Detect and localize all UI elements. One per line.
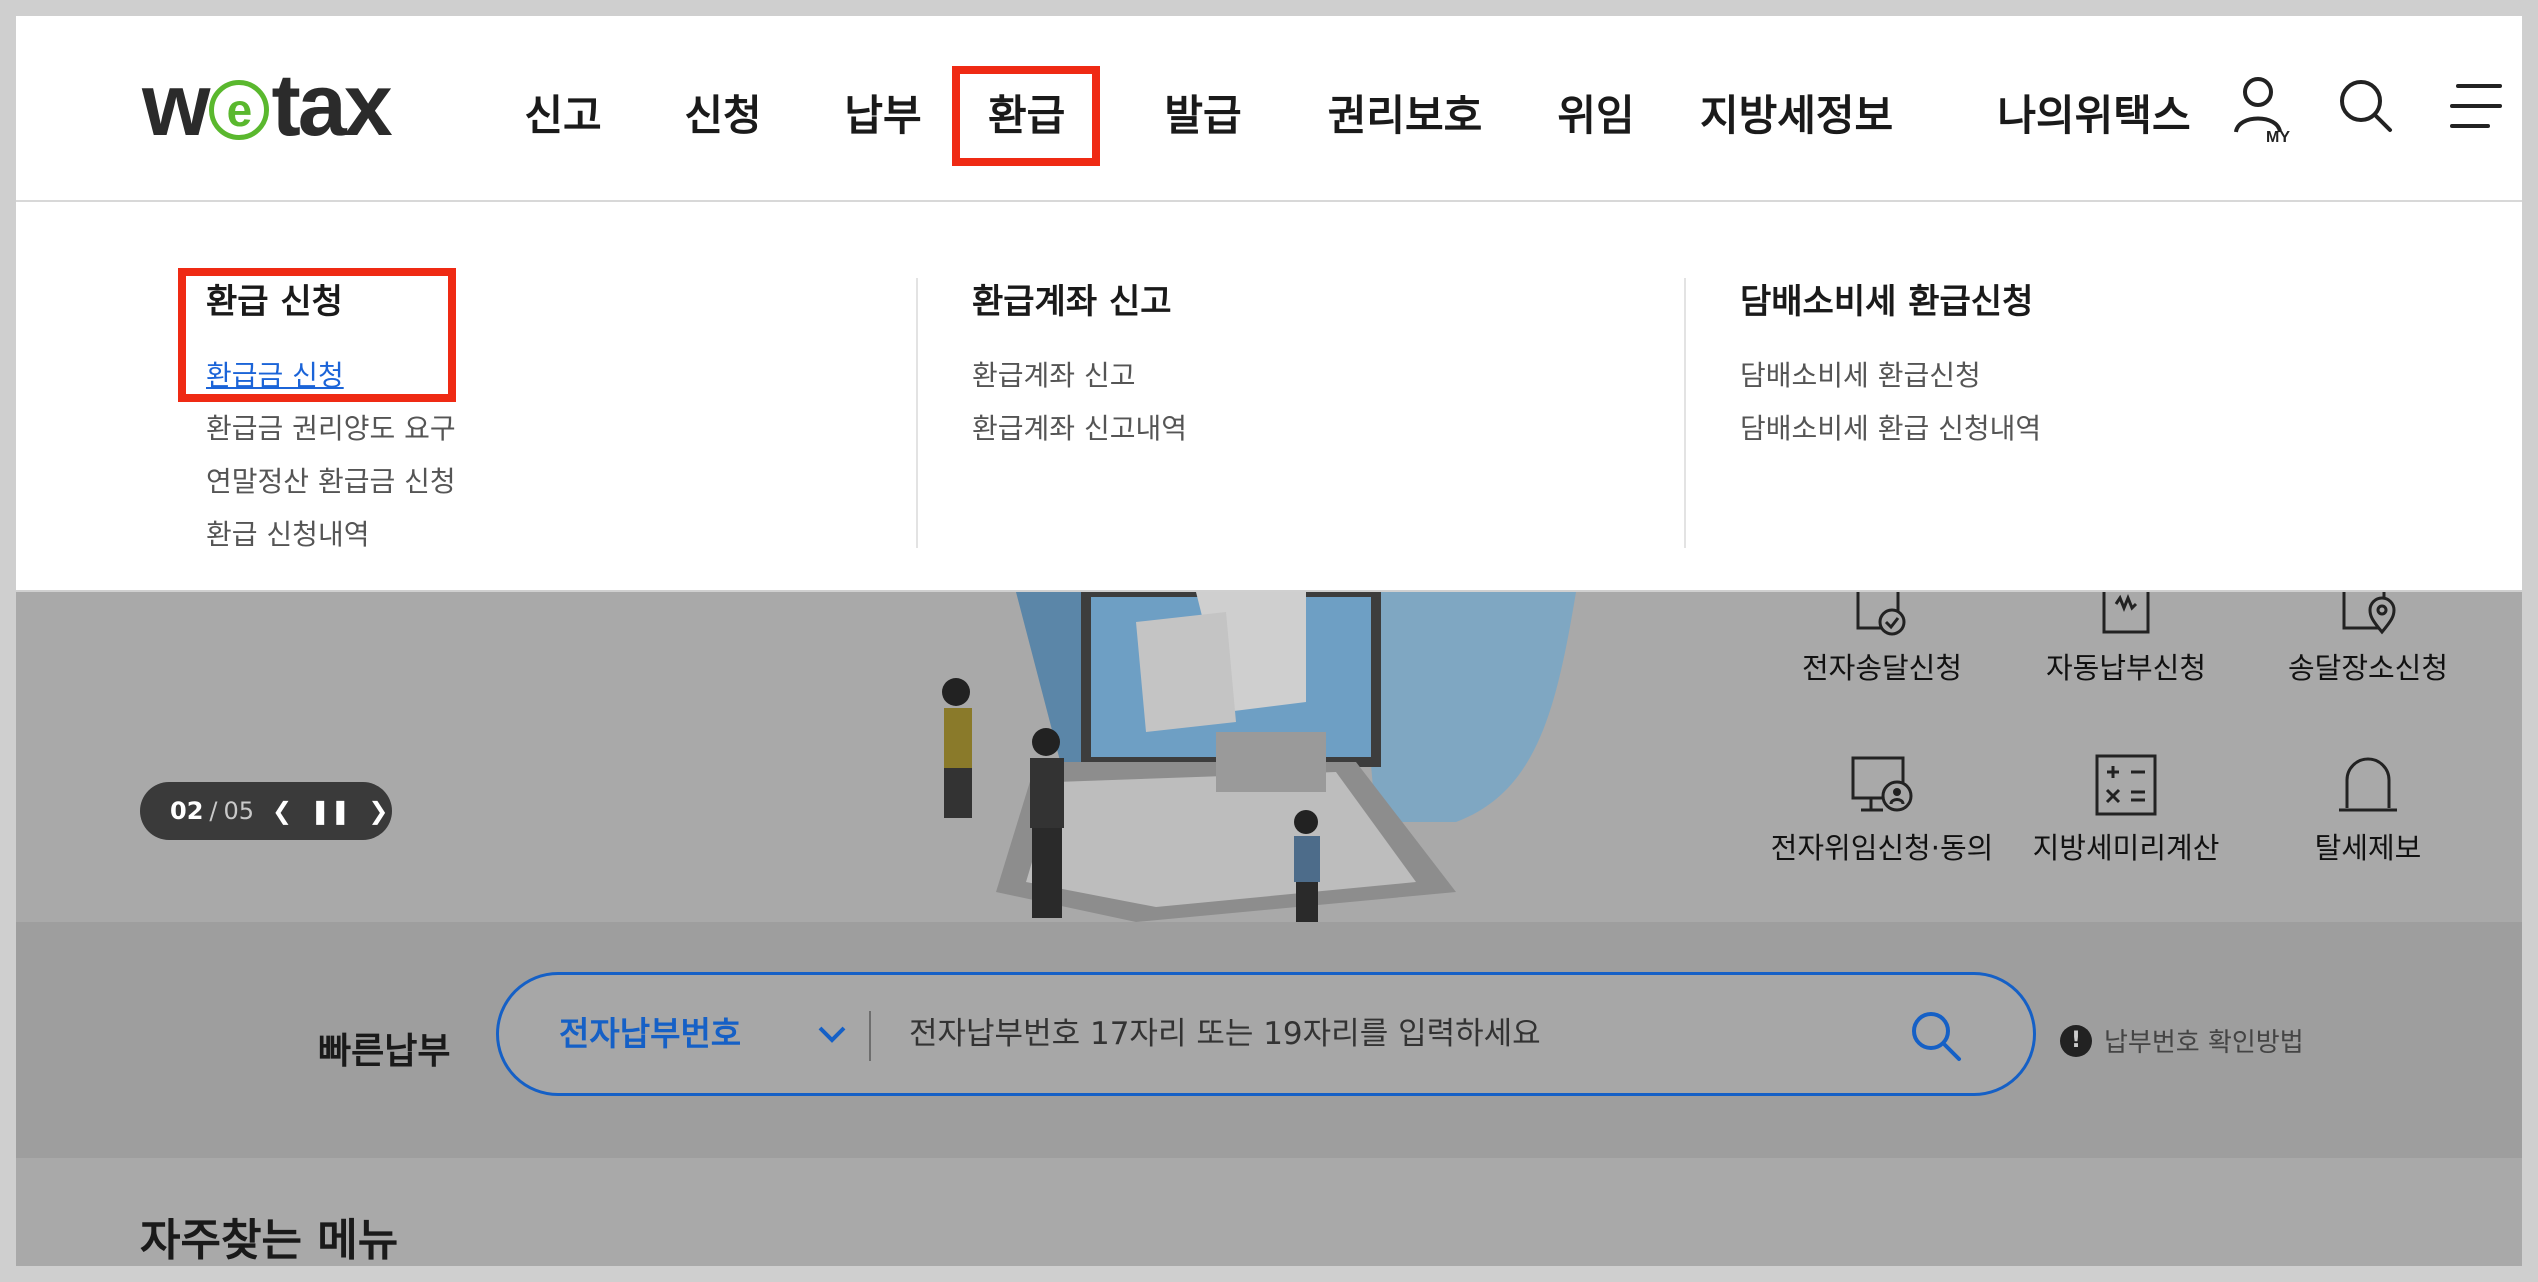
slide-current: 02 [170, 797, 204, 825]
fast-payment-section: 빠른납부 전자납부번호 ! 납부번호 확인방법 [16, 922, 2522, 1158]
quick-menu-delivery-place[interactable]: 송달장소신청 [2248, 592, 2488, 687]
refund-mega-menu: 환급 신청 환급금 신청 환급금 권리양도 요구 연말정산 환급금 신청 환급 … [16, 202, 2522, 592]
next-slide-icon[interactable]: ❯ [368, 797, 388, 825]
payment-type-select[interactable]: 전자납부번호 [559, 975, 741, 1093]
nav-item-rights-protection[interactable]: 권리보호 [1310, 66, 1500, 166]
prev-slide-icon[interactable]: ❮ [272, 797, 292, 825]
auto-pay-icon [2102, 592, 2150, 634]
menu-link-refund-account-report[interactable]: 환급계좌 신고 [972, 349, 1187, 402]
slide-total: 05 [223, 797, 255, 825]
quick-menu-label: 송달장소신청 [2287, 651, 2449, 685]
main-banner: 02 / 05 ❮ ❚❚ ❯ 전자송달신청 자동납부신청 송달장소신청 전자위임… [16, 592, 2522, 922]
menu-link-refund-account-history[interactable]: 환급계좌 신고내역 [972, 402, 1187, 455]
fast-payment-search-box: 전자납부번호 [496, 972, 2036, 1096]
menu-column-refund-account: 환급계좌 신고 환급계좌 신고 환급계좌 신고내역 [972, 262, 1187, 455]
hamburger-menu-icon[interactable] [2448, 78, 2504, 134]
fast-payment-title: 빠른납부 [318, 1031, 451, 1072]
info-icon: ! [2060, 1024, 2092, 1057]
nav-item-apply[interactable]: 신청 [670, 66, 776, 166]
quick-menu-label: 탈세제보 [2314, 831, 2422, 865]
nav-item-my-wetax[interactable]: 나의위택스 [1978, 66, 2210, 166]
menu-link-tobacco-refund-history[interactable]: 담배소비세 환급 신청내역 [1740, 402, 2041, 455]
logo-e-circle: e [209, 80, 270, 140]
nav-item-report[interactable]: 신고 [510, 66, 616, 166]
menu-link-refund-money-apply[interactable]: 환급금 신청 [206, 349, 456, 402]
slide-separator: / [209, 797, 218, 825]
quick-menu-auto-pay[interactable]: 자동납부신청 [2006, 592, 2246, 687]
pause-icon[interactable]: ❚❚ [310, 797, 350, 825]
e-delegation-icon [1851, 756, 1913, 812]
nav-item-delegation[interactable]: 위임 [1546, 66, 1646, 166]
frequent-menu-title: 자주찾는 메뉴 [140, 1215, 399, 1266]
global-navigation-bar: w e tax 신고 신청 납부 환급 발급 권리보호 위임 지방세정보 나의위택스… [16, 16, 2522, 202]
menu-column-tobacco-refund: 담배소비세 환급신청 담배소비세 환급신청 담배소비세 환급 신청내역 [1740, 262, 2041, 455]
delivery-place-icon [2342, 592, 2396, 635]
nav-item-pay[interactable]: 납부 [830, 66, 936, 166]
quick-menu-e-delivery[interactable]: 전자송달신청 [1762, 592, 2002, 687]
e-delivery-icon [1856, 592, 1906, 636]
menu-link-refund-history[interactable]: 환급 신청내역 [206, 508, 456, 561]
logo-text-w: w [142, 55, 210, 154]
quick-menu-calculator[interactable]: 지방세미리계산 [2006, 752, 2246, 867]
nav-item-local-tax-info[interactable]: 지방세정보 [1700, 66, 1893, 166]
siren-icon [2339, 757, 2397, 812]
browser-page: w e tax 신고 신청 납부 환급 발급 권리보호 위임 지방세정보 나의위택스… [16, 16, 2522, 1266]
my-badge: MY [2266, 129, 2290, 146]
computer-illustration [942, 592, 1576, 922]
logo-text-tax: tax [271, 55, 392, 154]
menu-column-title: 환급계좌 신고 [972, 282, 1172, 322]
quick-menu-label: 지방세미리계산 [2032, 831, 2220, 865]
menu-column-title: 환급 신청 [206, 282, 343, 322]
search-divider [869, 1011, 871, 1061]
slide-counter: 02 / 05 ❮ ❚❚ ❯ [140, 782, 392, 840]
nav-item-issue[interactable]: 발급 [1150, 66, 1256, 166]
chevron-down-icon[interactable] [817, 1023, 847, 1045]
menu-link-refund-rights-transfer[interactable]: 환급금 권리양도 요구 [206, 402, 456, 455]
wetax-logo[interactable]: w e tax [142, 55, 393, 154]
quick-menu-label: 자동납부신청 [2045, 651, 2207, 685]
menu-divider [916, 278, 918, 548]
frequent-menu-section: 자주찾는 메뉴 [16, 1158, 2522, 1266]
menu-column-refund-apply: 환급 신청 환급금 신청 환급금 권리양도 요구 연말정산 환급금 신청 환급 … [206, 262, 456, 561]
menu-divider [1684, 278, 1686, 548]
search-icon[interactable] [1909, 1009, 1963, 1063]
payment-number-help-link[interactable]: ! 납부번호 확인방법 [2060, 1022, 2304, 1059]
quick-menu-label: 전자위임신청·동의 [1770, 831, 1994, 865]
menu-link-tobacco-refund-apply[interactable]: 담배소비세 환급신청 [1740, 349, 2041, 402]
search-icon[interactable] [2336, 76, 2396, 136]
nav-item-refund[interactable]: 환급 [952, 66, 1100, 166]
user-my-icon[interactable]: MY [2232, 70, 2296, 154]
payment-number-input[interactable] [909, 999, 1869, 1069]
menu-link-year-end-refund[interactable]: 연말정산 환급금 신청 [206, 455, 456, 508]
payment-number-help-label: 납부번호 확인방법 [2104, 1028, 2304, 1058]
quick-menu-tax-evasion-report[interactable]: 탈세제보 [2248, 752, 2488, 867]
menu-column-title: 담배소비세 환급신청 [1740, 282, 2034, 322]
quick-menu-label: 전자송달신청 [1801, 651, 1963, 685]
quick-menu-e-delegation[interactable]: 전자위임신청·동의 [1762, 752, 2002, 867]
calculator-icon [2095, 754, 2157, 816]
